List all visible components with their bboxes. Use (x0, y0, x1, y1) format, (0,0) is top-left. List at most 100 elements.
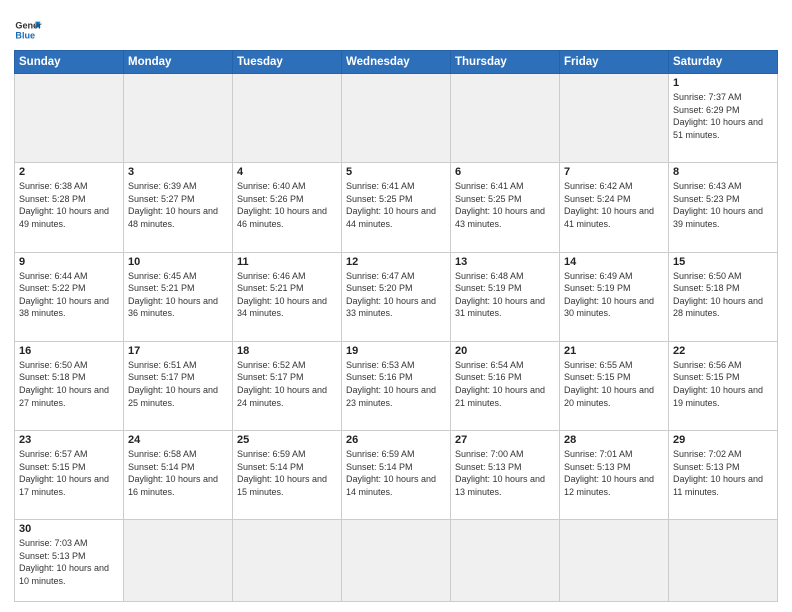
day-info: Sunrise: 6:55 AM Sunset: 5:15 PM Dayligh… (564, 359, 664, 409)
day-number: 5 (346, 166, 446, 178)
calendar-cell (233, 74, 342, 163)
calendar-cell: 3Sunrise: 6:39 AM Sunset: 5:27 PM Daylig… (124, 163, 233, 252)
calendar-cell: 7 Sunrise: 6:42 AM Sunset: 5:24 PM Daylig… (560, 163, 669, 252)
calendar-cell: 6 Sunrise: 6:41 AM Sunset: 5:25 PM Daylig… (451, 163, 560, 252)
day-number: 20 (455, 345, 555, 357)
calendar-cell: 24Sunrise: 6:58 AM Sunset: 5:14 PM Dayli… (124, 431, 233, 520)
day-info: Sunrise: 7:01 AM Sunset: 5:13 PM Dayligh… (564, 448, 664, 498)
day-number: 26 (346, 434, 446, 446)
generalblue-logo-icon: General Blue (14, 16, 42, 44)
weekday-header-monday: Monday (124, 51, 233, 74)
day-number: 17 (128, 345, 228, 357)
day-number: 27 (455, 434, 555, 446)
calendar-cell (342, 520, 451, 602)
calendar-table: SundayMondayTuesdayWednesdayThursdayFrid… (14, 50, 778, 602)
calendar-cell: 22 Sunrise: 6:56 AM Sunset: 5:15 PM Dayli… (669, 341, 778, 430)
day-number: 12 (346, 256, 446, 268)
calendar-cell: 26 Sunrise: 6:59 AM Sunset: 5:14 PM Dayli… (342, 431, 451, 520)
day-info: Sunrise: 6:41 AM Sunset: 5:25 PM Dayligh… (455, 180, 555, 230)
day-number: 16 (19, 345, 119, 357)
day-number: 25 (237, 434, 337, 446)
calendar-cell: 14 Sunrise: 6:49 AM Sunset: 5:19 PM Dayli… (560, 252, 669, 341)
day-info: Sunrise: 6:43 AM Sunset: 5:23 PM Dayligh… (673, 180, 773, 230)
calendar-cell: 4 Sunrise: 6:40 AM Sunset: 5:26 PM Daylig… (233, 163, 342, 252)
day-info: Sunrise: 7:37 AM Sunset: 6:29 PM Dayligh… (673, 91, 773, 141)
day-number: 15 (673, 256, 773, 268)
day-number: 7 (564, 166, 664, 178)
calendar-cell: 21 Sunrise: 6:55 AM Sunset: 5:15 PM Dayli… (560, 341, 669, 430)
day-info: Sunrise: 6:59 AM Sunset: 5:14 PM Dayligh… (237, 448, 337, 498)
calendar-cell (15, 74, 124, 163)
day-info: Sunrise: 6:42 AM Sunset: 5:24 PM Dayligh… (564, 180, 664, 230)
day-info: Sunrise: 6:40 AM Sunset: 5:26 PM Dayligh… (237, 180, 337, 230)
calendar-cell (560, 74, 669, 163)
day-info: Sunrise: 6:51 AM Sunset: 5:17 PM Dayligh… (128, 359, 228, 409)
weekday-header-sunday: Sunday (15, 51, 124, 74)
day-info: Sunrise: 7:00 AM Sunset: 5:13 PM Dayligh… (455, 448, 555, 498)
day-info: Sunrise: 6:50 AM Sunset: 5:18 PM Dayligh… (673, 270, 773, 320)
day-number: 22 (673, 345, 773, 357)
day-number: 8 (673, 166, 773, 178)
calendar-cell: 16 Sunrise: 6:50 AM Sunset: 5:18 PM Dayli… (15, 341, 124, 430)
calendar-cell (669, 520, 778, 602)
day-info: Sunrise: 6:52 AM Sunset: 5:17 PM Dayligh… (237, 359, 337, 409)
weekday-header-saturday: Saturday (669, 51, 778, 74)
day-number: 4 (237, 166, 337, 178)
day-info: Sunrise: 6:50 AM Sunset: 5:18 PM Dayligh… (19, 359, 119, 409)
day-number: 11 (237, 256, 337, 268)
calendar-cell: 20Sunrise: 6:54 AM Sunset: 5:16 PM Dayli… (451, 341, 560, 430)
day-number: 30 (19, 523, 119, 535)
calendar-cell (124, 74, 233, 163)
day-info: Sunrise: 6:39 AM Sunset: 5:27 PM Dayligh… (128, 180, 228, 230)
calendar-cell: 29Sunrise: 7:02 AM Sunset: 5:13 PM Dayli… (669, 431, 778, 520)
calendar-cell: 19Sunrise: 6:53 AM Sunset: 5:16 PM Dayli… (342, 341, 451, 430)
day-info: Sunrise: 6:56 AM Sunset: 5:15 PM Dayligh… (673, 359, 773, 409)
calendar-cell: 17 Sunrise: 6:51 AM Sunset: 5:17 PM Dayli… (124, 341, 233, 430)
day-number: 18 (237, 345, 337, 357)
day-info: Sunrise: 7:03 AM Sunset: 5:13 PM Dayligh… (19, 537, 119, 587)
calendar-week-row: 2 Sunrise: 6:38 AM Sunset: 5:28 PM Daylig… (15, 163, 778, 252)
calendar-cell: 18 Sunrise: 6:52 AM Sunset: 5:17 PM Dayli… (233, 341, 342, 430)
day-info: Sunrise: 6:49 AM Sunset: 5:19 PM Dayligh… (564, 270, 664, 320)
day-number: 21 (564, 345, 664, 357)
day-info: Sunrise: 6:38 AM Sunset: 5:28 PM Dayligh… (19, 180, 119, 230)
calendar-cell (560, 520, 669, 602)
calendar-week-row: 16 Sunrise: 6:50 AM Sunset: 5:18 PM Dayli… (15, 341, 778, 430)
day-info: Sunrise: 6:57 AM Sunset: 5:15 PM Dayligh… (19, 448, 119, 498)
weekday-header-thursday: Thursday (451, 51, 560, 74)
calendar-cell: 30 Sunrise: 7:03 AM Sunset: 5:13 PM Dayli… (15, 520, 124, 602)
day-number: 13 (455, 256, 555, 268)
calendar-cell: 13Sunrise: 6:48 AM Sunset: 5:19 PM Dayli… (451, 252, 560, 341)
day-number: 10 (128, 256, 228, 268)
calendar-cell (342, 74, 451, 163)
day-number: 24 (128, 434, 228, 446)
svg-text:Blue: Blue (15, 30, 35, 40)
calendar-cell: 25 Sunrise: 6:59 AM Sunset: 5:14 PM Dayli… (233, 431, 342, 520)
calendar-cell: 2 Sunrise: 6:38 AM Sunset: 5:28 PM Daylig… (15, 163, 124, 252)
day-number: 29 (673, 434, 773, 446)
calendar-cell: 12 Sunrise: 6:47 AM Sunset: 5:20 PM Dayli… (342, 252, 451, 341)
day-info: Sunrise: 6:59 AM Sunset: 5:14 PM Dayligh… (346, 448, 446, 498)
day-number: 9 (19, 256, 119, 268)
calendar-cell: 9 Sunrise: 6:44 AM Sunset: 5:22 PM Daylig… (15, 252, 124, 341)
weekday-header-wednesday: Wednesday (342, 51, 451, 74)
weekday-header-row: SundayMondayTuesdayWednesdayThursdayFrid… (15, 51, 778, 74)
day-number: 6 (455, 166, 555, 178)
day-info: Sunrise: 6:47 AM Sunset: 5:20 PM Dayligh… (346, 270, 446, 320)
day-info: Sunrise: 6:53 AM Sunset: 5:16 PM Dayligh… (346, 359, 446, 409)
day-info: Sunrise: 6:45 AM Sunset: 5:21 PM Dayligh… (128, 270, 228, 320)
calendar-week-row: 30 Sunrise: 7:03 AM Sunset: 5:13 PM Dayli… (15, 520, 778, 602)
calendar-cell: 23 Sunrise: 6:57 AM Sunset: 5:15 PM Dayli… (15, 431, 124, 520)
day-info: Sunrise: 6:41 AM Sunset: 5:25 PM Dayligh… (346, 180, 446, 230)
weekday-header-tuesday: Tuesday (233, 51, 342, 74)
calendar-cell: 27 Sunrise: 7:00 AM Sunset: 5:13 PM Dayli… (451, 431, 560, 520)
calendar-cell: 1Sunrise: 7:37 AM Sunset: 6:29 PM Daylig… (669, 74, 778, 163)
day-number: 2 (19, 166, 119, 178)
day-number: 14 (564, 256, 664, 268)
calendar-week-row: 1Sunrise: 7:37 AM Sunset: 6:29 PM Daylig… (15, 74, 778, 163)
day-info: Sunrise: 6:46 AM Sunset: 5:21 PM Dayligh… (237, 270, 337, 320)
page: General Blue SundayMondayTuesdayWednesda… (0, 0, 792, 612)
day-info: Sunrise: 6:44 AM Sunset: 5:22 PM Dayligh… (19, 270, 119, 320)
day-number: 23 (19, 434, 119, 446)
calendar-cell: 10 Sunrise: 6:45 AM Sunset: 5:21 PM Dayli… (124, 252, 233, 341)
